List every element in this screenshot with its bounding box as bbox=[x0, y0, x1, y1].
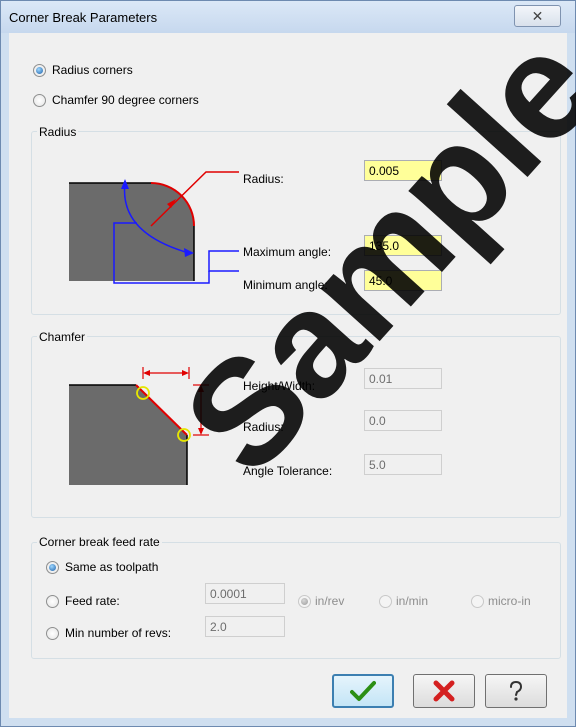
min-angle-input[interactable]: 45.0 bbox=[364, 270, 442, 291]
micro-in-label[interactable]: micro-in bbox=[488, 594, 531, 608]
feed-rate-input[interactable]: 0.0001 bbox=[205, 583, 285, 604]
in-min-label[interactable]: in/min bbox=[396, 594, 428, 608]
chamfer-diagram bbox=[69, 367, 209, 485]
chamfer-group-legend: Chamfer bbox=[37, 330, 88, 344]
chamfer-radius-label: Radius: bbox=[243, 420, 284, 434]
micro-in-radio[interactable] bbox=[471, 595, 484, 608]
angle-tolerance-input[interactable]: 5.0 bbox=[364, 454, 442, 475]
window-title: Corner Break Parameters bbox=[9, 10, 158, 25]
min-revs-radio[interactable] bbox=[46, 627, 59, 640]
feed-rate-label[interactable]: Feed rate: bbox=[65, 594, 120, 608]
dialog-window: Corner Break Parameters ✕ Radius corners… bbox=[0, 0, 576, 727]
radius-group-legend: Radius bbox=[37, 125, 79, 139]
angle-tolerance-label: Angle Tolerance: bbox=[243, 464, 333, 478]
same-as-toolpath-radio[interactable] bbox=[46, 561, 59, 574]
max-angle-label: Maximum angle: bbox=[243, 245, 332, 259]
radius-corners-radio[interactable] bbox=[33, 64, 46, 77]
min-revs-input[interactable]: 2.0 bbox=[205, 616, 285, 637]
radius-input[interactable]: 0.005 bbox=[364, 160, 442, 181]
question-icon bbox=[510, 680, 523, 701]
feed-rate-group-legend: Corner break feed rate bbox=[37, 535, 162, 549]
radius-label: Radius: bbox=[243, 172, 284, 186]
in-min-radio[interactable] bbox=[379, 595, 392, 608]
ok-button[interactable] bbox=[332, 674, 394, 708]
radius-corners-label[interactable]: Radius corners bbox=[52, 63, 133, 77]
in-rev-label[interactable]: in/rev bbox=[315, 594, 344, 608]
dialog-body: Radius corners Chamfer 90 degree corners… bbox=[9, 33, 567, 718]
cancel-button[interactable] bbox=[413, 674, 475, 708]
help-button[interactable] bbox=[485, 674, 547, 708]
in-rev-radio[interactable] bbox=[298, 595, 311, 608]
close-icon: ✕ bbox=[531, 8, 544, 24]
height-width-input[interactable]: 0.01 bbox=[364, 368, 442, 389]
min-angle-label: Minimum angle: bbox=[243, 278, 328, 292]
chamfer-corners-radio[interactable] bbox=[33, 94, 46, 107]
close-button[interactable]: ✕ bbox=[514, 5, 561, 27]
red-x-icon bbox=[433, 680, 455, 702]
max-angle-input[interactable]: 135.0 bbox=[364, 235, 442, 256]
chamfer-corners-label[interactable]: Chamfer 90 degree corners bbox=[52, 93, 199, 107]
chamfer-radius-input[interactable]: 0.0 bbox=[364, 410, 442, 431]
height-width-label: Height/Width: bbox=[243, 379, 316, 393]
feed-rate-radio[interactable] bbox=[46, 595, 59, 608]
checkmark-icon bbox=[350, 681, 376, 701]
min-revs-label[interactable]: Min number of revs: bbox=[65, 626, 171, 640]
same-as-toolpath-label[interactable]: Same as toolpath bbox=[65, 560, 158, 574]
title-bar[interactable]: Corner Break Parameters ✕ bbox=[1, 1, 575, 33]
